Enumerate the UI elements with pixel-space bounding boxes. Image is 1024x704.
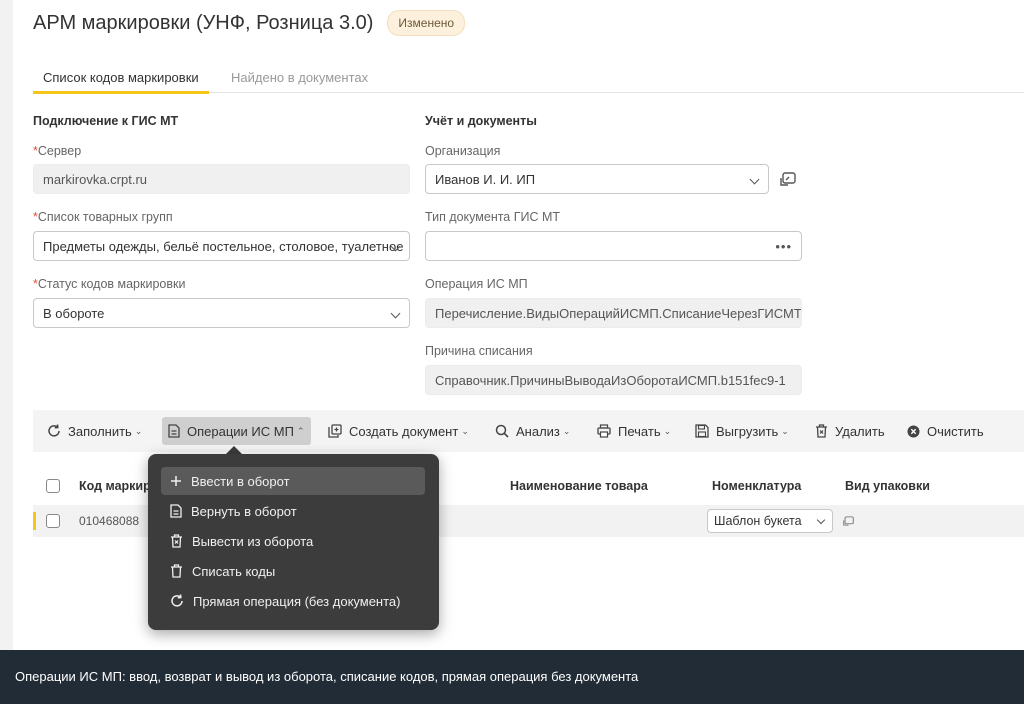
status-text: Операции ИС МП: ввод, возврат и вывод из… (15, 669, 639, 684)
tab-found-in-documents[interactable]: Найдено в документах (231, 70, 368, 85)
refresh-icon (171, 594, 183, 607)
column-product-name[interactable]: Наименование товара (510, 479, 648, 493)
menu-item-write-off[interactable]: Списать коды (161, 557, 425, 585)
chevron-down-icon (816, 515, 826, 525)
document-icon (168, 424, 180, 438)
ism-operations-button[interactable]: Операции ИС МП ⌃ (162, 417, 311, 445)
operation-field[interactable]: Перечисление.ВидыОперацийИСМП.СписаниеЧе… (425, 298, 802, 328)
groups-label: *Список товарных групп (33, 210, 173, 224)
code-status-select[interactable]: В обороте (33, 298, 410, 328)
org-label: Организация (425, 144, 501, 158)
menu-item-direct-operation[interactable]: Прямая операция (без документа) (161, 587, 425, 615)
section-title-connection: Подключение к ГИС МТ (33, 114, 179, 128)
reason-label: Причина списания (425, 344, 533, 358)
trash-icon (171, 564, 182, 578)
command-bar: Заполнить ⌄ Операции ИС МП ⌃ Создать докум… (33, 410, 1024, 452)
organization-select[interactable]: Иванов И. И. ИП (425, 164, 769, 194)
tab-codes-list[interactable]: Список кодов маркировки (33, 70, 209, 94)
status-badge: Изменено (387, 10, 466, 36)
page-title: АРМ маркировки (УНФ, Розница 3.0) (33, 11, 374, 34)
section-title-accounting: Учёт и документы (425, 114, 537, 128)
server-field[interactable]: markirovka.crpt.ru (33, 164, 410, 194)
organization-value: Иванов И. И. ИП (435, 172, 536, 187)
trash-x-icon (171, 534, 182, 548)
create-document-icon (328, 424, 342, 438)
column-nomenclature[interactable]: Номенклатура (712, 479, 801, 493)
column-code[interactable]: Код маркир (79, 479, 151, 493)
server-label: *Сервер (33, 144, 82, 158)
ism-operations-menu: Ввести в оборот Вернуть в оборот Вывести… (148, 454, 439, 630)
operation-label: Операция ИС МП (425, 277, 528, 291)
trash-x-icon (816, 424, 827, 438)
menu-item-withdraw[interactable]: Вывести из оборота (161, 527, 425, 555)
reason-field[interactable]: Справочник.ПричиныВыводаИзОборотаИСМП.b1… (425, 365, 802, 395)
create-document-button[interactable]: Создать документ ⌄ (322, 417, 475, 445)
nomenclature-select[interactable]: Шаблон букета (707, 509, 833, 533)
menu-pointer (226, 446, 242, 454)
refresh-icon (48, 424, 60, 437)
delete-button[interactable]: Удалить (809, 417, 891, 445)
select-all-checkbox[interactable] (46, 479, 60, 493)
code-status-value: В обороте (43, 306, 105, 321)
menu-item-return[interactable]: Вернуть в оборот (161, 497, 425, 525)
status-bar: Операции ИС МП: ввод, возврат и вывод из… (0, 650, 1024, 704)
export-button[interactable]: Выгрузить ⌄ (689, 417, 795, 445)
row-code: 010468088 (79, 514, 140, 528)
open-nomenclature-icon[interactable] (843, 516, 854, 526)
menu-item-introduce[interactable]: Ввести в оборот (161, 467, 425, 495)
product-groups-value: Предметы одежды, бельё постельное, столо… (43, 239, 404, 254)
fill-button[interactable]: Заполнить ⌄ (41, 417, 148, 445)
analysis-button[interactable]: Анализ ⌄ (489, 417, 576, 445)
chevron-down-icon (749, 174, 760, 185)
print-icon (597, 424, 611, 438)
clear-icon (907, 425, 920, 437)
doc-type-field[interactable]: ••• (425, 231, 802, 261)
open-organization-icon[interactable] (780, 172, 796, 186)
more-icon[interactable]: ••• (775, 232, 792, 260)
tab-bar: Список кодов маркировки Найдено в докуме… (33, 62, 1024, 94)
search-icon (495, 424, 509, 438)
plus-icon (171, 476, 181, 486)
save-icon (695, 424, 709, 438)
column-package-type[interactable]: Вид упаковки (845, 479, 930, 493)
document-icon (170, 504, 182, 518)
status-label: *Статус кодов маркировки (33, 277, 186, 291)
header: АРМ маркировки (УНФ, Розница 3.0) Измене… (33, 10, 466, 36)
current-row-marker (33, 512, 36, 530)
row-checkbox[interactable] (46, 514, 60, 528)
print-button[interactable]: Печать ⌄ (591, 417, 677, 445)
chevron-down-icon (390, 308, 401, 319)
clear-button[interactable]: Очистить (901, 417, 990, 445)
doc-type-label: Тип документа ГИС МТ (425, 210, 561, 224)
product-groups-select[interactable]: Предметы одежды, бельё постельное, столо… (33, 231, 410, 261)
